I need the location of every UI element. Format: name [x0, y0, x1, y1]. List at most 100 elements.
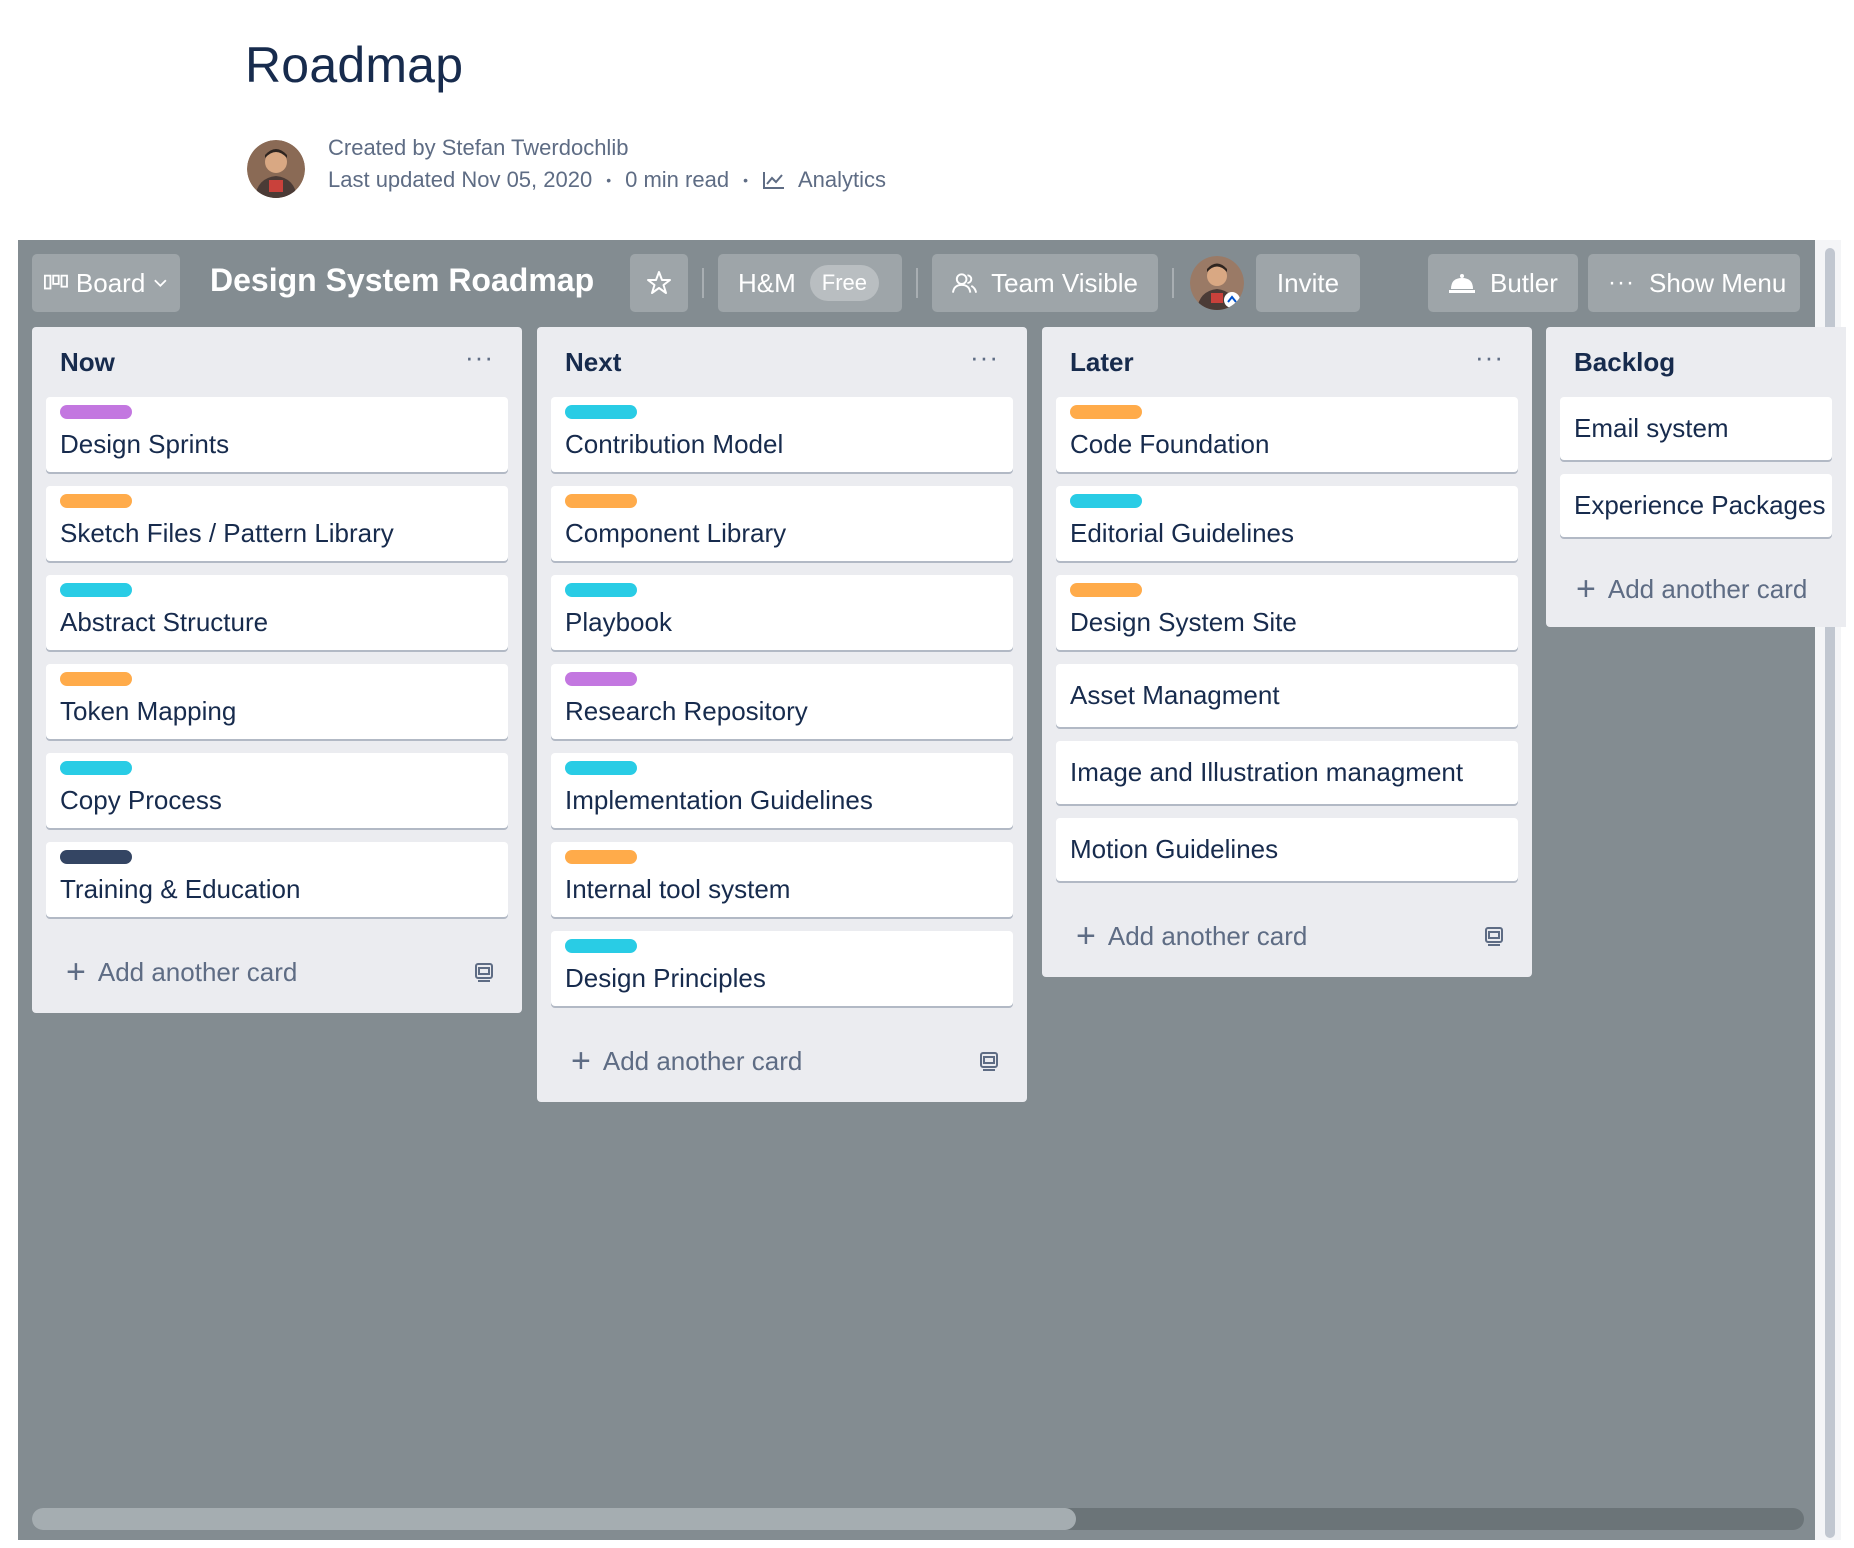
card-label	[60, 761, 132, 775]
card-title: Research Repository	[565, 696, 808, 726]
card[interactable]: Token Mapping	[46, 664, 508, 739]
card[interactable]: Contribution Model	[551, 397, 1013, 472]
card[interactable]: Email system	[1560, 397, 1832, 460]
workspace-button[interactable]: H&M Free	[718, 254, 902, 312]
card[interactable]: Component Library	[551, 486, 1013, 561]
list-title[interactable]: Later	[1070, 347, 1134, 378]
star-icon	[647, 271, 671, 294]
list-menu-icon[interactable]: ···	[970, 342, 999, 373]
add-card-label: Add another card	[602, 1045, 803, 1076]
add-card-row: + Add another card	[1546, 551, 1846, 627]
card[interactable]: Playbook	[551, 575, 1013, 650]
board-title[interactable]: Design System Roadmap	[210, 262, 594, 299]
list-header[interactable]: Now ···	[32, 327, 522, 397]
card-label	[565, 494, 637, 508]
card-label	[60, 494, 132, 508]
last-updated: Last updated Nov 05, 2020	[328, 167, 593, 192]
add-card-label: Add another card	[1607, 573, 1808, 604]
card-title: Internal tool system	[565, 874, 791, 904]
list-header[interactable]: Backlog	[1546, 327, 1846, 397]
card[interactable]: Internal tool system	[551, 842, 1013, 917]
card-label	[565, 850, 637, 864]
list-header[interactable]: Next ···	[537, 327, 1027, 397]
card-title: Experience Packages	[1574, 490, 1826, 520]
butler-icon	[1449, 274, 1475, 293]
card[interactable]: Research Repository	[551, 664, 1013, 739]
list-menu-icon[interactable]: ···	[465, 342, 494, 373]
card[interactable]: Implementation Guidelines	[551, 753, 1013, 828]
page-title: Roadmap	[245, 37, 464, 93]
show-menu-button[interactable]: ··· Show Menu	[1588, 254, 1800, 312]
card-title: Playbook	[565, 607, 672, 637]
plus-icon: +	[66, 953, 86, 991]
card[interactable]: Design Principles	[551, 931, 1013, 1006]
card-title: Editorial Guidelines	[1070, 518, 1295, 548]
card[interactable]: Sketch Files / Pattern Library	[46, 486, 508, 561]
list-title[interactable]: Next	[565, 347, 621, 378]
card-title: Design Principles	[565, 963, 766, 993]
card-title: Contribution Model	[565, 429, 784, 459]
list-title[interactable]: Now	[60, 347, 115, 378]
analytics-link[interactable]: Analytics	[798, 167, 886, 193]
card-label	[60, 405, 132, 419]
card-label	[565, 405, 637, 419]
card[interactable]: Experience Packages	[1560, 474, 1832, 537]
card-label	[565, 761, 637, 775]
more-icon: ···	[1608, 269, 1635, 296]
card-template-icon[interactable]	[977, 1049, 1001, 1073]
add-card-label: Add another card	[97, 956, 298, 987]
card-title: Design System Site	[1070, 607, 1297, 637]
list-header[interactable]: Later ···	[1042, 327, 1532, 397]
card[interactable]: Abstract Structure	[46, 575, 508, 650]
card-label	[1070, 583, 1142, 597]
card[interactable]: Motion Guidelines	[1056, 818, 1518, 881]
horizontal-scrollbar-thumb[interactable]	[32, 1508, 1076, 1530]
plus-icon: +	[571, 1042, 591, 1080]
invite-button[interactable]: Invite	[1256, 254, 1360, 312]
card-title: Sketch Files / Pattern Library	[60, 518, 394, 548]
card-label	[1070, 494, 1142, 508]
add-card-button[interactable]: + Add another card	[1576, 572, 1807, 606]
star-button[interactable]	[630, 254, 688, 312]
card-template-icon[interactable]	[472, 960, 496, 984]
list-menu-icon[interactable]: ···	[1475, 342, 1504, 373]
visibility-label: Team Visible	[991, 267, 1138, 298]
toolbar-divider	[1172, 268, 1174, 298]
card-label	[1070, 405, 1142, 419]
card[interactable]: Copy Process	[46, 753, 508, 828]
card-title: Training & Education	[60, 874, 301, 904]
read-time: 0 min read	[625, 167, 730, 192]
add-card-button[interactable]: + Add another card	[1076, 919, 1307, 953]
board-icon	[44, 274, 68, 290]
add-card-label: Add another card	[1107, 920, 1308, 951]
card[interactable]: Editorial Guidelines	[1056, 486, 1518, 561]
card-title: Token Mapping	[60, 696, 237, 726]
member-avatar[interactable]	[1190, 256, 1244, 310]
card-title: Image and Illustration managment	[1070, 757, 1464, 787]
add-card-button[interactable]: + Add another card	[66, 955, 297, 989]
card-title: Code Foundation	[1070, 429, 1270, 459]
visibility-button[interactable]: Team Visible	[932, 254, 1158, 312]
card-label	[565, 939, 637, 953]
team-icon	[952, 273, 978, 293]
add-card-row: + Add another card	[537, 1020, 1027, 1102]
author-avatar[interactable]	[247, 140, 305, 198]
list-backlog: Backlog Email system Experience Packages + A…	[1546, 327, 1846, 627]
invite-label: Invite	[1276, 267, 1340, 298]
card-template-icon[interactable]	[1482, 924, 1506, 948]
meta-separator: •	[743, 172, 748, 188]
card[interactable]: Design System Site	[1056, 575, 1518, 650]
butler-button[interactable]: Butler	[1428, 254, 1578, 312]
add-card-button[interactable]: + Add another card	[571, 1044, 802, 1078]
created-by: Created by Stefan Twerdochlib	[328, 135, 629, 160]
analytics-icon	[762, 172, 784, 189]
card[interactable]: Training & Education	[46, 842, 508, 917]
card[interactable]: Asset Managment	[1056, 664, 1518, 727]
card-label	[60, 672, 132, 686]
card-label	[60, 583, 132, 597]
board-switch-button[interactable]: Board	[32, 254, 180, 312]
card[interactable]: Image and Illustration managment	[1056, 741, 1518, 804]
list-title[interactable]: Backlog	[1574, 347, 1675, 378]
card[interactable]: Code Foundation	[1056, 397, 1518, 472]
card[interactable]: Design Sprints	[46, 397, 508, 472]
